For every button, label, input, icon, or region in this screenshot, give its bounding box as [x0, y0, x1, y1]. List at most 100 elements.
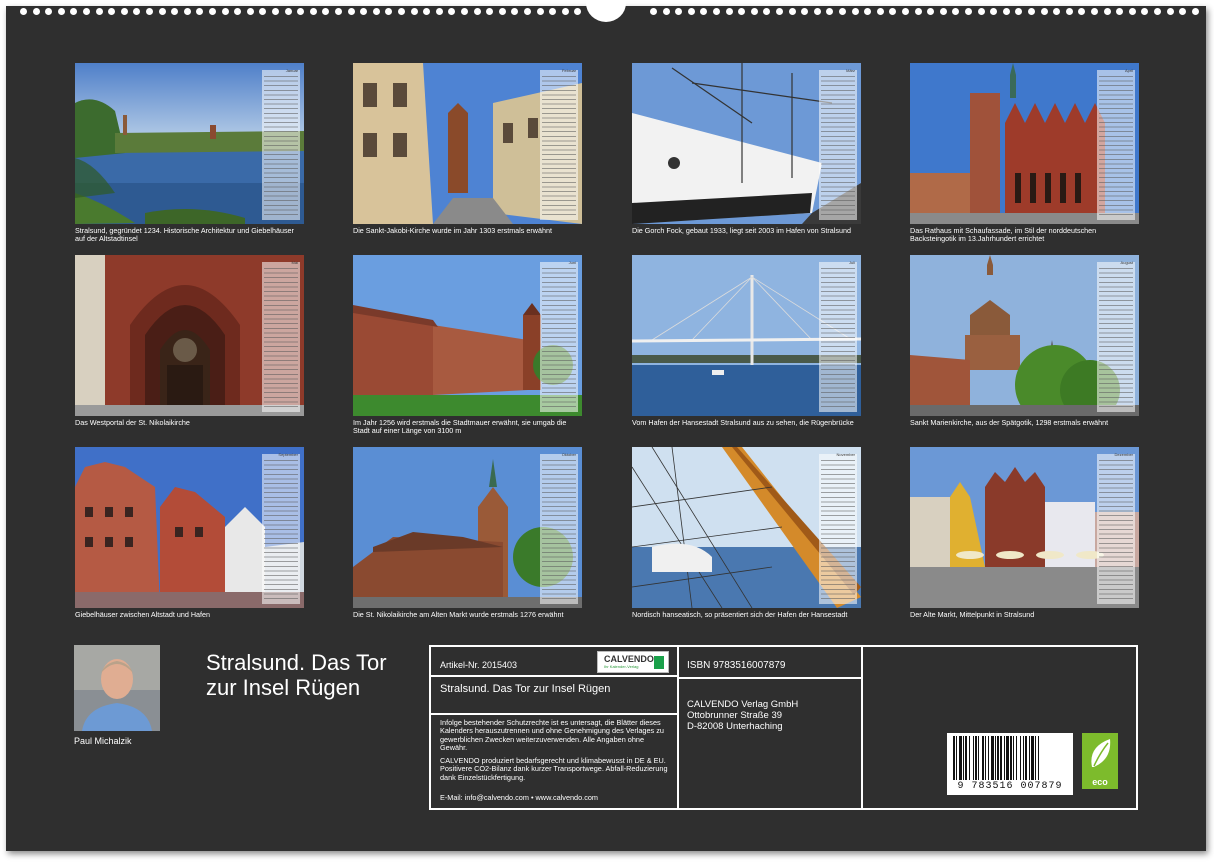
binding-hole: [486, 8, 494, 15]
binding-hole: [574, 8, 582, 15]
binding-hole: [360, 8, 368, 15]
calendar-strip: Mai: [262, 260, 300, 412]
publisher-city: D-82008 Unterhaching: [687, 721, 783, 732]
binding-hole: [939, 8, 947, 15]
binding-hole: [1091, 8, 1098, 15]
binding-hole: [952, 8, 960, 15]
leaf-icon: [1091, 739, 1111, 767]
calendar-strip: Juni: [540, 260, 578, 412]
photo-caption: Nordisch hanseatisch, so präsentiert sic…: [632, 610, 848, 619]
binding-hole: [990, 8, 998, 15]
binding-hole: [133, 8, 141, 15]
binding-hole: [45, 8, 53, 15]
calendar-strip: März: [819, 68, 857, 220]
calendar-strip: September: [262, 452, 300, 604]
month-label: Mai: [291, 260, 298, 265]
binding-hole: [1078, 8, 1086, 15]
product-title: Stralsund. Das Tor zur Insel Rügen: [440, 683, 611, 695]
binding-hole: [272, 8, 279, 15]
binding-hole: [284, 8, 292, 15]
calendar-strip: November: [819, 452, 857, 604]
isbn-barcode: 9 783516 007879: [947, 733, 1073, 795]
binding-hole: [171, 8, 179, 15]
binding-hole: [1116, 8, 1124, 15]
leaf-icon: [654, 656, 664, 669]
calendar-strip: Juli: [819, 260, 857, 412]
copyright-notice: Infolge bestehender Schutzrechte ist es …: [440, 718, 664, 753]
binding-hole: [700, 8, 708, 15]
photo-caption: Im Jahr 1256 wird erstmals die Stadtmaue…: [353, 418, 567, 435]
month-label: Juni: [568, 260, 576, 265]
binding-hole: [461, 8, 468, 15]
binding-hole: [196, 8, 204, 15]
month-label: Februar: [561, 68, 576, 73]
binding-hole: [1103, 8, 1111, 15]
binding-hole: [725, 8, 733, 15]
binding-hole: [57, 8, 65, 15]
calendar-strip: Februar: [540, 68, 578, 220]
binding-hole: [675, 8, 683, 15]
binding-hole: [1028, 8, 1035, 15]
binding-hole: [297, 8, 305, 15]
month-label: August: [1120, 260, 1133, 265]
binding-hole: [347, 8, 355, 15]
binding-hole: [108, 8, 116, 15]
binding-hole: [246, 8, 254, 15]
calendar-strip: Januar: [262, 68, 300, 220]
binding-hole: [549, 8, 557, 15]
binding-hole: [498, 8, 506, 15]
photo-caption: Sankt Marienkirche, aus der Spätgotik, 1…: [910, 418, 1109, 427]
binding-hole: [146, 8, 153, 15]
month-label: Juli: [848, 260, 855, 265]
photo-caption: Das Westportal der St. Nikolaikirche: [75, 418, 190, 427]
info-column-article: Artikel-Nr. 2015403 CALVENDO Ihr Kalende…: [431, 647, 679, 808]
binding-hole: [561, 8, 569, 15]
calendar-strip: Dezember: [1097, 452, 1135, 604]
binding-hole: [750, 8, 758, 15]
binding-hole: [511, 8, 519, 15]
photo-caption: Der Alte Markt, Mittelpunkt in Stralsund: [910, 610, 1035, 619]
binding-hole: [423, 8, 431, 15]
binding-hole: [864, 8, 872, 15]
photo-caption: Giebelhäuser zwischen Altstadt und Hafen: [75, 610, 211, 619]
calendar-strip: August: [1097, 260, 1135, 412]
binding-hole: [372, 8, 380, 15]
month-label: März: [846, 68, 855, 73]
photo-caption: Die Gorch Fock, gebaut 1933, liegt seit …: [632, 226, 851, 235]
logo-subline: Ihr Kalender-Verlag: [604, 664, 639, 669]
binding-hole: [826, 8, 834, 15]
binding-hole: [120, 8, 128, 15]
binding-hole: [70, 8, 78, 15]
eco-label: eco: [1092, 777, 1108, 787]
binding-hole: [209, 8, 216, 15]
binding-hole: [1015, 8, 1023, 15]
binding-hole: [448, 8, 456, 15]
month-label: April: [1124, 68, 1133, 73]
binding-hole: [1166, 8, 1174, 15]
binding-hole: [914, 8, 922, 15]
binding-hole: [851, 8, 859, 15]
binding-hole: [776, 8, 783, 15]
publisher-name: CALVENDO Verlag GmbH: [687, 699, 799, 710]
binding-hole: [83, 8, 90, 15]
calendar-strip: Oktober: [540, 452, 578, 604]
climate-notice: CALVENDO produziert bedarfsgerecht und k…: [440, 756, 668, 782]
binding-hole: [788, 8, 796, 15]
eco-badge: eco: [1082, 733, 1118, 789]
binding-hole: [977, 8, 985, 15]
month-label: Dezember: [1114, 452, 1133, 457]
binding-hole: [839, 8, 846, 15]
binding-hole: [524, 8, 531, 15]
article-number: Artikel-Nr. 2015403: [440, 660, 518, 670]
author-name: Paul Michalzik: [74, 736, 132, 746]
binding-hole: [309, 8, 317, 15]
barcode-number: 9 783516 007879: [957, 781, 1063, 792]
calendar-strip: April: [1097, 68, 1135, 220]
binding-hole: [1141, 8, 1149, 15]
binding-hole: [1002, 8, 1010, 15]
binding-hole: [473, 8, 481, 15]
binding-hole: [650, 8, 657, 15]
binding-hole: [738, 8, 746, 15]
month-label: November: [836, 452, 855, 457]
binding-hole: [1191, 8, 1199, 15]
